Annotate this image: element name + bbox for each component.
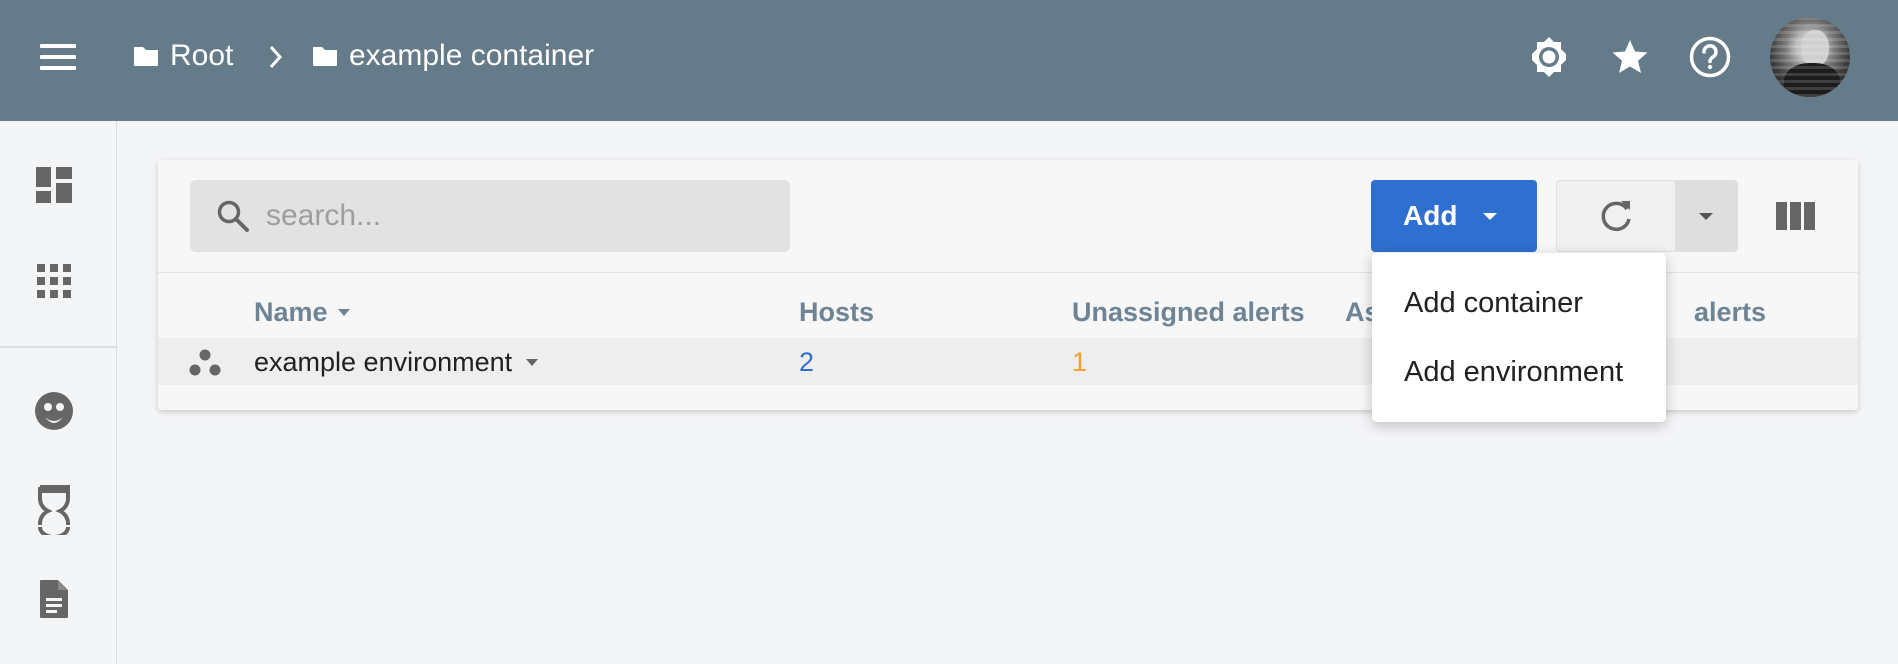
caret-down-icon (1699, 212, 1713, 220)
help-icon[interactable] (1687, 34, 1733, 80)
add-button[interactable]: Add (1371, 180, 1537, 252)
row-unassigned-alerts-cell[interactable]: 1 (1072, 345, 1087, 379)
row-name-cell[interactable]: example environment (254, 345, 539, 379)
folder-icon (134, 47, 158, 66)
menu-item-add-environment-label: Add environment (1404, 355, 1624, 388)
menu-item-add-container[interactable]: Add container (1404, 283, 1583, 323)
refresh-button[interactable] (1557, 181, 1675, 251)
dashboard-icon[interactable] (34, 165, 74, 205)
star-icon[interactable] (1607, 34, 1653, 80)
environment-icon (189, 349, 221, 376)
top-bar: Root example container (0, 0, 1898, 121)
brightness-icon[interactable] (1526, 34, 1572, 80)
folder-icon (313, 47, 337, 66)
column-header-name-label: Name (254, 296, 328, 327)
search-icon (217, 200, 249, 232)
column-header-name[interactable]: Name (254, 292, 350, 332)
document-icon[interactable] (34, 579, 74, 619)
menu-item-add-environment[interactable]: Add environment (1404, 352, 1623, 392)
row-name: example environment (254, 346, 513, 377)
breadcrumb-root-label: Root (170, 39, 234, 72)
caret-down-icon[interactable] (526, 358, 539, 366)
add-dropdown-menu: Add container Add environment (1372, 253, 1666, 422)
menu-item-add-container-label: Add container (1404, 286, 1583, 319)
breadcrumb-container[interactable]: example container (311, 36, 594, 76)
breadcrumb-root[interactable]: Root (132, 36, 233, 76)
sort-caret-icon (337, 308, 350, 316)
sidebar-divider (0, 346, 116, 348)
add-button-label: Add (1403, 200, 1458, 231)
caret-down-icon (1483, 212, 1498, 220)
bot-icon[interactable] (34, 483, 74, 535)
menu-icon[interactable] (40, 44, 76, 70)
refresh-options-button[interactable] (1675, 181, 1737, 251)
chevron-right-icon (269, 45, 283, 69)
column-header-unassigned-alerts-label: Unassigned alerts (1072, 296, 1305, 327)
face-icon[interactable] (34, 391, 74, 431)
refresh-button-group (1556, 180, 1738, 252)
sidebar (0, 121, 117, 664)
refresh-icon (1601, 201, 1631, 232)
search-box[interactable] (190, 180, 790, 252)
column-header-hosts-label: Hosts (799, 296, 875, 327)
avatar[interactable] (1770, 17, 1850, 97)
column-header-alerts-label: alerts (1694, 296, 1767, 327)
search-input[interactable] (266, 199, 766, 233)
column-header-alerts[interactable]: alerts (1694, 292, 1766, 332)
column-header-hosts[interactable]: Hosts (799, 292, 874, 332)
breadcrumb-container-label: example container (349, 39, 595, 72)
apps-grid-icon[interactable] (34, 261, 74, 301)
column-header-unassigned-alerts[interactable]: Unassigned alerts (1072, 292, 1305, 332)
row-hosts: 2 (799, 346, 815, 377)
row-unassigned-alerts: 1 (1072, 346, 1088, 377)
row-hosts-cell[interactable]: 2 (799, 345, 814, 379)
view-columns-icon[interactable] (1776, 198, 1816, 234)
